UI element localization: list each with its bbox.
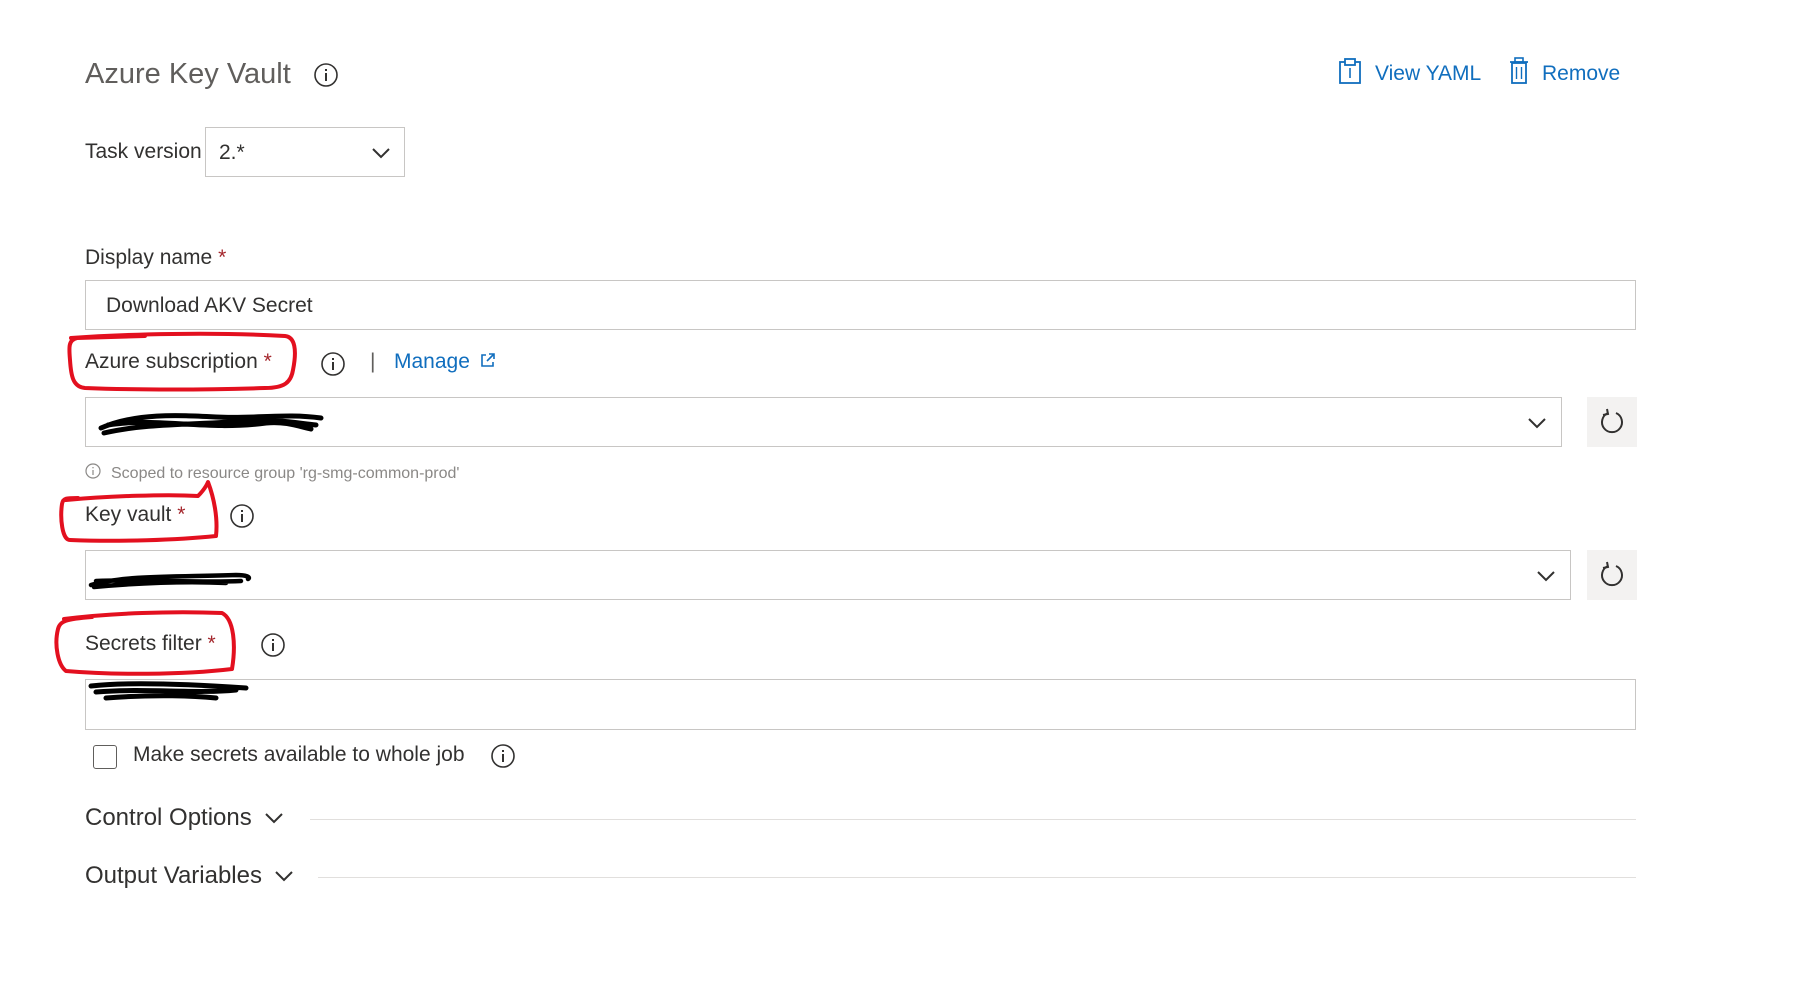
manage-label: Manage [394, 350, 470, 373]
task-version-value: 2.* [219, 141, 245, 164]
chevron-down-icon [1537, 571, 1555, 582]
manage-link[interactable]: Manage [394, 350, 496, 374]
scope-hint: Scoped to resource group 'rg-smg-common-… [85, 463, 459, 484]
control-options-label: Control Options [85, 804, 252, 831]
view-yaml-button[interactable]: View YAML [1337, 57, 1481, 90]
secrets-filter-input[interactable] [85, 679, 1636, 730]
whole-job-checkbox-row[interactable]: Make secrets available to whole job [93, 743, 523, 771]
view-yaml-label: View YAML [1375, 61, 1482, 85]
info-icon[interactable] [313, 62, 339, 88]
redaction-scribble [88, 572, 252, 590]
azure-subscription-dropdown[interactable] [85, 397, 1562, 447]
info-icon[interactable] [490, 743, 516, 774]
divider [318, 877, 1636, 878]
required-mark: * [177, 503, 186, 526]
remove-label: Remove [1542, 61, 1621, 85]
display-name-label: Display name * [85, 246, 226, 270]
control-options-toggle[interactable]: Control Options [85, 804, 284, 832]
key-vault-label-text: Key vault [85, 503, 172, 526]
task-version-dropdown[interactable]: 2.* [205, 127, 405, 177]
scope-hint-text: Scoped to resource group 'rg-smg-common-… [111, 464, 460, 482]
required-mark: * [218, 246, 227, 269]
chevron-down-icon [265, 813, 283, 824]
display-name-value: Download AKV Secret [106, 294, 313, 317]
refresh-button[interactable] [1587, 397, 1637, 447]
refresh-button[interactable] [1587, 550, 1637, 600]
separator: | [370, 350, 376, 373]
info-icon [85, 463, 101, 484]
azure-subscription-label: Azure subscription * [85, 350, 272, 374]
chevron-down-icon [275, 871, 293, 882]
secrets-filter-label: Secrets filter * [85, 632, 216, 656]
refresh-icon [1601, 561, 1623, 587]
required-mark: * [207, 632, 216, 655]
info-icon[interactable] [260, 632, 286, 663]
whole-job-checkbox[interactable] [93, 745, 117, 769]
task-title-text: Azure Key Vault [85, 58, 291, 90]
required-mark: * [263, 350, 272, 373]
azure-subscription-label-text: Azure subscription [85, 350, 258, 373]
redaction-scribble [98, 413, 324, 436]
display-name-label-text: Display name [85, 246, 213, 269]
refresh-icon [1601, 408, 1623, 434]
output-variables-label: Output Variables [85, 862, 262, 889]
clipboard-icon [1337, 57, 1363, 90]
info-icon[interactable] [229, 503, 255, 534]
output-variables-toggle[interactable]: Output Variables [85, 862, 294, 890]
key-vault-label: Key vault * [85, 503, 185, 527]
divider [310, 819, 1636, 820]
redaction-scribble [88, 681, 249, 701]
key-vault-dropdown[interactable] [85, 550, 1571, 600]
external-link-icon [480, 352, 496, 373]
chevron-down-icon [372, 148, 390, 159]
task-version-label: Task version [85, 140, 202, 163]
info-icon[interactable] [320, 351, 346, 382]
chevron-down-icon [1528, 418, 1546, 429]
task-title: Azure Key Vault [85, 58, 339, 91]
remove-button[interactable]: Remove [1508, 57, 1620, 90]
display-name-input[interactable]: Download AKV Secret [85, 280, 1636, 330]
secrets-filter-label-text: Secrets filter [85, 632, 202, 655]
whole-job-label: Make secrets available to whole job [133, 743, 465, 766]
trash-icon [1508, 57, 1530, 90]
